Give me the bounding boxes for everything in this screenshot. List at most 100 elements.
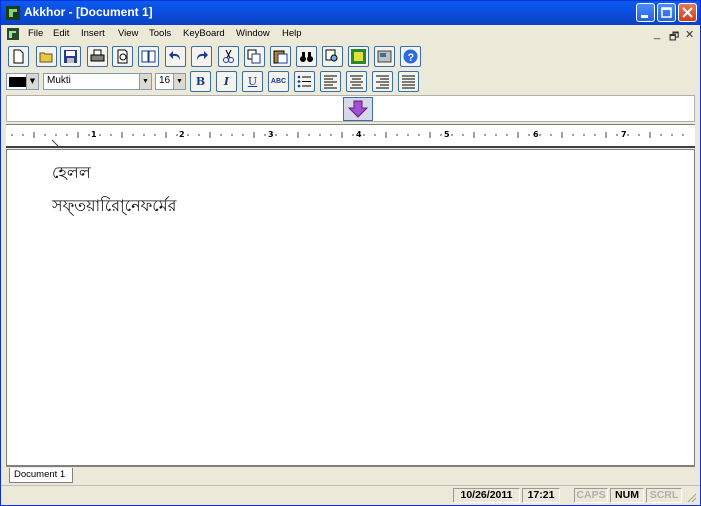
ruler-number: 2 — [179, 130, 185, 139]
ruler-number: 6 — [533, 130, 539, 139]
replace-button[interactable] — [322, 46, 343, 67]
ruler-number: 4 — [356, 130, 362, 139]
open-folder-icon — [39, 52, 53, 63]
resize-grip-icon[interactable] — [685, 491, 697, 503]
font-size-select[interactable]: 16 ▼ — [155, 73, 186, 90]
expand-keyboard-button[interactable] — [343, 97, 373, 121]
document-editor[interactable]: হেলল সফ্তয়ারোি্নেফর্মের — [6, 149, 695, 466]
paste-button[interactable] — [270, 46, 291, 67]
tab-document-1[interactable]: Document 1 — [9, 468, 73, 483]
redo-button[interactable] — [191, 46, 212, 67]
ruler-number: 5 — [444, 130, 450, 139]
status-scrl: SCRL — [646, 488, 682, 503]
ruler[interactable]: 1 2 3 4 5 6 7 — [6, 124, 695, 148]
menu-help[interactable]: Help — [282, 28, 302, 39]
help-icon: ? — [403, 49, 418, 64]
spelling-button[interactable] — [138, 46, 159, 67]
open-button[interactable] — [36, 46, 57, 67]
print-preview-icon — [117, 49, 128, 64]
keyboard-layout-icon — [351, 49, 366, 64]
replace-icon — [325, 49, 338, 62]
standard-toolbar: ? — [1, 45, 700, 69]
bold-button[interactable]: B — [190, 71, 211, 92]
menu-edit[interactable]: Edit — [53, 28, 69, 39]
menu-bar: File Edit Insert View Tools KeyBoard Win… — [1, 25, 700, 43]
maximize-icon — [661, 7, 672, 18]
keyboard-layout-button[interactable] — [348, 46, 369, 67]
menu-keyboard[interactable]: KeyBoard — [183, 28, 225, 39]
align-left-icon — [324, 75, 337, 89]
ruler-number: 1 — [91, 130, 97, 139]
status-date: 10/26/2011 — [453, 488, 520, 503]
mdi-close-button[interactable]: ✕ — [685, 28, 694, 41]
document-icon[interactable] — [6, 27, 20, 41]
menu-file[interactable]: File — [28, 28, 43, 39]
scissors-icon — [223, 49, 234, 63]
menu-window[interactable]: Window — [236, 28, 270, 39]
print-button[interactable] — [87, 46, 108, 67]
status-bar: 10/26/2011 17:21 CAPS NUM SCRL — [1, 485, 700, 505]
svg-text:?: ? — [408, 52, 415, 64]
status-time: 17:21 — [522, 488, 560, 503]
text-color-picker[interactable]: ▼ — [6, 73, 39, 90]
align-justify-icon — [402, 75, 415, 89]
new-button[interactable] — [8, 46, 29, 67]
window-title: Akkhor - [Document 1] — [24, 5, 153, 19]
align-left-button[interactable] — [320, 71, 341, 92]
menu-tools[interactable]: Tools — [149, 28, 171, 39]
paste-icon — [273, 50, 288, 64]
format-toolbar: ▼ Mukti ▼ 16 ▼ B I U ABC — [1, 70, 700, 94]
binoculars-icon — [300, 52, 313, 62]
menu-insert[interactable]: Insert — [81, 28, 105, 39]
text-color-swatch — [9, 77, 27, 87]
app-window: Akkhor - [Document 1] File Edit Insert V… — [0, 0, 701, 506]
chevron-down-icon[interactable]: ▼ — [139, 74, 151, 89]
bullets-button[interactable] — [294, 71, 315, 92]
chevron-down-icon[interactable]: ▼ — [173, 74, 185, 89]
book-icon — [141, 50, 156, 63]
italic-button[interactable]: I — [216, 71, 237, 92]
document-line: সফ্তয়ারোি্নেফর্মের — [52, 196, 177, 215]
ruler-number: 3 — [268, 130, 274, 139]
font-name-select[interactable]: Mukti ▼ — [43, 73, 152, 90]
settings-icon — [377, 50, 392, 63]
bullet-list-icon — [297, 75, 311, 88]
underline-button[interactable]: U — [242, 71, 263, 92]
menu-view[interactable]: View — [118, 28, 138, 39]
document-tab-bar: Document 1 — [6, 466, 695, 484]
status-caps: CAPS — [574, 488, 608, 503]
undo-icon — [169, 51, 180, 60]
ruler-number: 7 — [621, 130, 627, 139]
align-right-icon — [376, 75, 389, 89]
minimize-button[interactable] — [636, 3, 655, 22]
indent-marker-icon[interactable] — [50, 139, 60, 147]
copy-button[interactable] — [244, 46, 265, 67]
maximize-button[interactable] — [657, 3, 676, 22]
mdi-minimize-button[interactable]: _ — [654, 28, 660, 40]
settings-button[interactable] — [374, 46, 395, 67]
arrow-down-icon — [347, 100, 369, 118]
ruler-ticks — [11, 132, 684, 138]
title-bar[interactable]: Akkhor - [Document 1] — [1, 1, 700, 25]
font-size-value: 16 — [159, 75, 171, 86]
keyboard-toolbar — [6, 95, 695, 122]
copy-icon — [247, 49, 261, 64]
help-button[interactable]: ? — [400, 46, 421, 67]
save-button[interactable] — [60, 46, 81, 67]
strikethrough-button[interactable]: ABC — [268, 71, 289, 92]
align-right-button[interactable] — [372, 71, 393, 92]
minimize-icon — [641, 15, 648, 18]
close-button[interactable] — [678, 3, 697, 22]
app-icon — [6, 6, 20, 20]
print-preview-button[interactable] — [112, 46, 133, 67]
undo-button[interactable] — [165, 46, 186, 67]
status-num: NUM — [610, 488, 644, 503]
chevron-down-icon[interactable]: ▼ — [26, 74, 38, 89]
new-document-icon — [13, 49, 24, 64]
document-line: হেলল — [52, 163, 91, 182]
align-center-button[interactable] — [346, 71, 367, 92]
justify-button[interactable] — [398, 71, 419, 92]
find-button[interactable] — [296, 46, 317, 67]
align-center-icon — [350, 75, 363, 89]
cut-button[interactable] — [218, 46, 239, 67]
